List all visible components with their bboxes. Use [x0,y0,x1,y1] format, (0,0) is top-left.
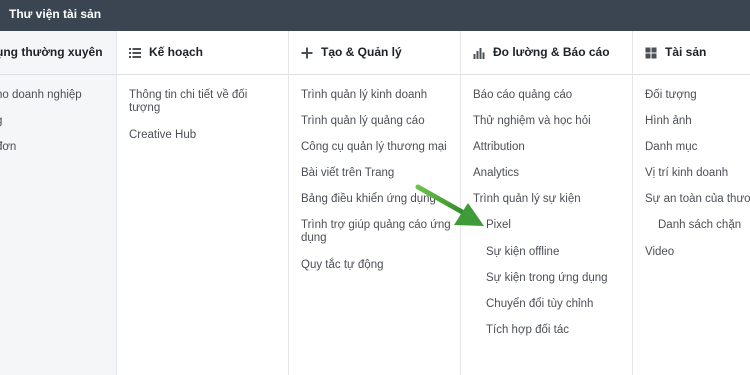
column-plan: Kế hoạch Thông tin chi tiết về đối tượng… [116,31,288,375]
menu-item[interactable]: Hình ảnh [645,115,692,128]
column-title: Kế hoạch [149,45,204,59]
menu-item[interactable]: Danh mục [645,141,697,154]
column-title: Đo lường & Báo cáo [493,45,610,59]
menu-item[interactable]: Công cụ quản lý thương mại [301,141,447,154]
menu-item[interactable]: đơn [0,141,16,154]
menu-item[interactable]: Analytics [473,167,519,180]
column-header: ụng thường xuyên [0,31,116,75]
menu-item[interactable]: g [0,115,2,128]
column-title: Tài sản [665,45,707,59]
menu-item[interactable]: Sự an toàn của thươ [645,193,750,206]
menu-subitem[interactable]: Sự kiện offline [473,246,559,259]
top-bar: Thư viện tài sản [0,0,750,31]
menu-subitem[interactable]: Chuyển đổi tùy chỉnh [473,298,593,311]
column-title: Tạo & Quản lý [321,45,402,59]
column-header: Tài sản [632,31,750,75]
menu-item[interactable]: Vị trí kinh doanh [645,167,728,180]
grid-icon [645,46,657,59]
menu-subitem[interactable]: Tích hợp đối tác [473,324,569,337]
column-divider [116,31,117,375]
menu-item[interactable]: Attribution [473,141,525,154]
list-icon [129,46,141,58]
menu-item[interactable]: Quy tắc tự động [301,259,384,272]
menu-item[interactable]: Creative Hub [129,129,196,142]
green-arrow-icon [415,184,484,226]
column-divider [288,31,289,375]
menu-subitem[interactable]: Sự kiện trong ứng dụng [473,272,608,285]
asset-library-tab[interactable]: Thư viện tài sản [9,0,101,31]
column-frequently-used: ụng thường xuyên ho doanh nghiệp g đơn [0,31,116,375]
menu-item[interactable]: ho doanh nghiệp [0,89,82,102]
menu-subitem[interactable]: Danh sách chặn [645,219,741,232]
plus-icon [301,46,313,59]
menu-item[interactable]: Thử nghiệm và học hỏi [473,115,591,128]
column-divider [632,31,633,375]
menu-item[interactable]: Trình quản lý kinh doanh [301,89,427,102]
menu-item[interactable]: Báo cáo quảng cáo [473,89,572,102]
column-assets: Tài sản Đối tượng Hình ảnh Danh mục Vị t… [632,31,750,375]
column-title: ụng thường xuyên [0,45,103,59]
menu-item[interactable]: Đối tượng [645,89,697,102]
bar-chart-icon [473,46,485,59]
menu-item[interactable]: Video [645,246,674,259]
menu-item[interactable]: Trình quản lý quảng cáo [301,115,425,128]
column-header: Kế hoạch [116,31,288,75]
menu-item[interactable]: Thông tin chi tiết về đối tượng [129,89,264,115]
column-header: Tạo & Quản lý [288,31,460,75]
menu-item[interactable]: Bài viết trên Trang [301,167,394,180]
column-header: Đo lường & Báo cáo [460,31,632,75]
